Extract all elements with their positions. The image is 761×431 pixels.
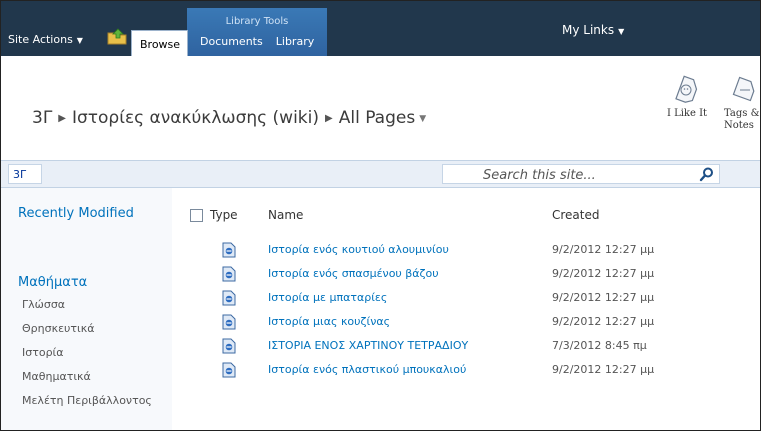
column-header-name[interactable]: Name [268, 208, 303, 222]
page-name-link[interactable]: Ιστορία ενός πλαστικού μπουκαλιού [268, 363, 466, 376]
page-name-link[interactable]: Ιστορία μιας κουζίνας [268, 315, 390, 328]
chevron-down-icon: ▼ [76, 36, 83, 45]
quick-launch-item[interactable]: Μελέτη Περιβάλλοντος [22, 394, 152, 407]
search-input[interactable] [481, 166, 675, 184]
i-like-it-label: I Like It [666, 108, 708, 119]
wiki-page-icon[interactable] [222, 290, 236, 306]
breadcrumb-library[interactable]: Ιστορίες ανακύκλωσης (wiki) [72, 108, 319, 128]
tags-notes-icon [732, 76, 755, 102]
page-name-link[interactable]: Ιστορία ενός κουτιού αλουμινίου [268, 243, 449, 256]
table-row: Ιστορία με μπαταρίες 9/2/2012 12:27 μμ [172, 288, 761, 312]
quick-launch-heading[interactable]: Μαθήματα [18, 275, 87, 290]
quick-launch-item[interactable]: Ιστορία [22, 346, 64, 359]
context-group-title: Library Tools [225, 16, 289, 27]
site-actions-menu[interactable]: Site Actions ▼ [8, 33, 83, 46]
wiki-page-icon[interactable] [222, 314, 236, 330]
created-date: 9/2/2012 12:27 μμ [552, 315, 655, 328]
tab-browse[interactable]: Browse [131, 30, 188, 56]
my-links-label: My Links [562, 23, 615, 37]
ribbon-bar: Library Tools Site Actions ▼ Browse Docum… [0, 0, 761, 56]
column-header-type[interactable]: Type [210, 208, 238, 222]
select-all-checkbox[interactable] [190, 209, 203, 222]
table-row: Ιστορία ενός πλαστικού μπουκαλιού 9/2/20… [172, 360, 761, 384]
site-actions-label: Site Actions [8, 33, 73, 46]
page-name-link[interactable]: Ιστορία με μπαταρίες [268, 291, 387, 304]
quick-launch: Recently Modified Μαθήματα Γλώσσα Θρησκε… [0, 188, 173, 431]
page-name-link[interactable]: ΙΣΤΟΡΙΑ ΕΝΟΣ ΧΑΡΤΙΝΟΥ ΤΕΤΡΑΔΙΟΥ [268, 339, 468, 352]
table-row: Ιστορία ενός κουτιού αλουμινίου 9/2/2012… [172, 240, 761, 264]
tags-notes-button[interactable]: Tags & Notes [724, 74, 761, 132]
recently-modified-heading: Recently Modified [18, 206, 134, 221]
quick-launch-item[interactable]: Θρησκευτικά [22, 322, 94, 335]
table-row: Ιστορία ενός σπασμένου βάζου 9/2/2012 12… [172, 264, 761, 288]
top-link-site[interactable]: 3Γ [8, 164, 42, 184]
created-date: 9/2/2012 12:27 μμ [552, 243, 655, 256]
i-like-it-icon [675, 75, 698, 103]
wiki-page-icon[interactable] [222, 338, 236, 354]
page-name-link[interactable]: Ιστορία ενός σπασμένου βάζου [268, 267, 439, 280]
i-like-it-button[interactable]: I Like It [662, 74, 712, 119]
search-icon[interactable] [697, 166, 717, 182]
tags-notes-label-line2: Notes [724, 120, 754, 131]
wiki-page-icon[interactable] [222, 362, 236, 378]
breadcrumb-current-view[interactable]: All Pages [339, 108, 416, 128]
search-strip: 3Γ [0, 160, 761, 188]
wiki-pages-list: Type Name Created Ιστορία ενός κουτιού α… [172, 188, 761, 431]
my-links-menu[interactable]: My Links ▼ [562, 23, 624, 37]
wiki-page-icon[interactable] [222, 266, 236, 282]
tab-library[interactable]: Library [264, 28, 326, 56]
column-header-created[interactable]: Created [552, 208, 600, 222]
page-header: 3Γ ▶ Ιστορίες ανακύκλωσης (wiki) ▶ All Pages… [0, 56, 761, 160]
breadcrumb-site[interactable]: 3Γ [32, 108, 52, 128]
created-date: 9/2/2012 12:27 μμ [552, 267, 655, 280]
created-date: 9/2/2012 12:27 μμ [552, 291, 655, 304]
tab-documents[interactable]: Documents [192, 28, 264, 56]
breadcrumb: 3Γ ▶ Ιστορίες ανακύκλωσης (wiki) ▶ All Pages… [32, 108, 426, 128]
navigate-up-icon[interactable] [106, 27, 128, 45]
sharepoint-page: Library Tools Site Actions ▼ Browse Docum… [0, 0, 761, 431]
wiki-page-icon[interactable] [222, 242, 236, 258]
breadcrumb-separator-icon: ▶ [58, 113, 66, 124]
tags-notes-label-line1: Tags & [724, 108, 760, 119]
created-date: 7/3/2012 8:45 πμ [552, 339, 647, 352]
table-row: Ιστορία μιας κουζίνας 9/2/2012 12:27 μμ [172, 312, 761, 336]
breadcrumb-separator-icon: ▶ [325, 113, 333, 124]
created-date: 9/2/2012 12:27 μμ [552, 363, 655, 376]
quick-launch-item[interactable]: Γλώσσα [22, 298, 65, 311]
quick-launch-item[interactable]: Μαθηματικά [22, 370, 91, 383]
chevron-down-icon: ▼ [618, 27, 625, 36]
table-row: ΙΣΤΟΡΙΑ ΕΝΟΣ ΧΑΡΤΙΝΟΥ ΤΕΤΡΑΔΙΟΥ 7/3/2012… [172, 336, 761, 360]
search-box [442, 164, 720, 184]
chevron-down-icon[interactable]: ▼ [419, 114, 426, 124]
